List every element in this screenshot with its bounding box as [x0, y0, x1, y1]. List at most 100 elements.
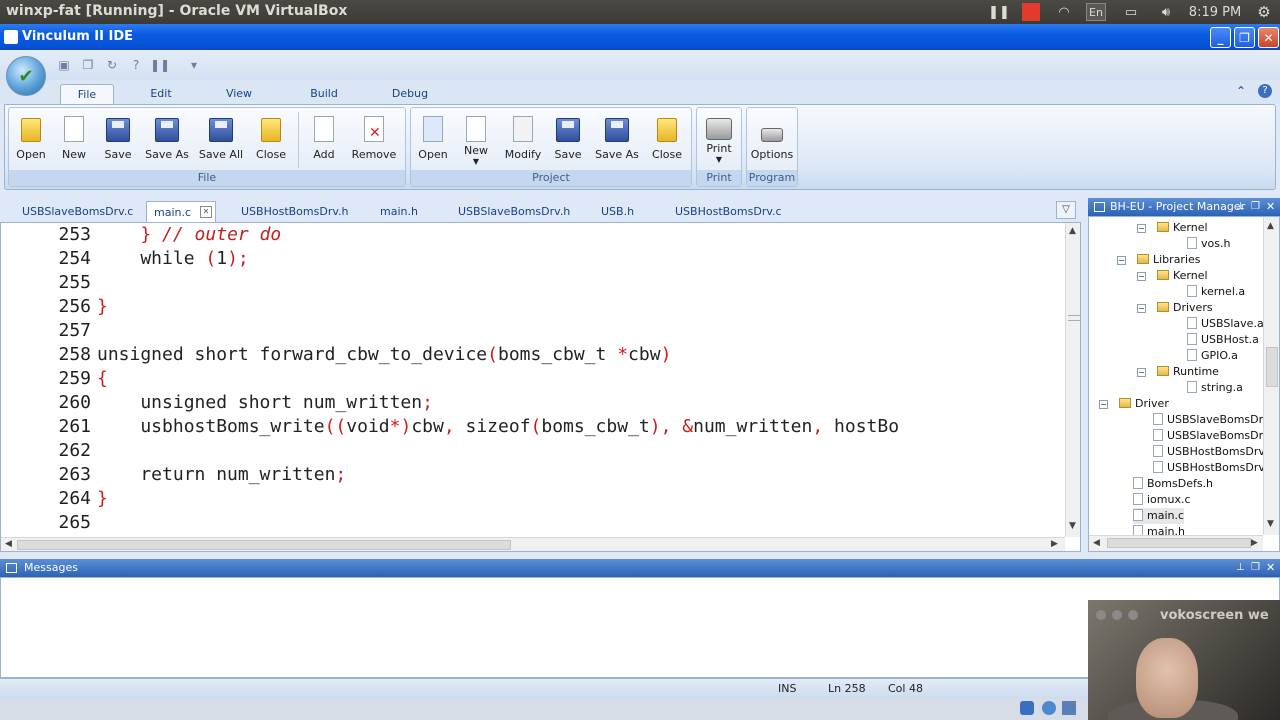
clock[interactable]: 8:19 PM [1184, 3, 1246, 21]
tab-list-dropdown-icon[interactable]: ▽ [1056, 201, 1076, 219]
project-new-button[interactable]: New ▼ [458, 112, 494, 166]
collapse-node-icon[interactable]: − [1099, 400, 1108, 409]
editor-tab-usbhostbomsdrv-c[interactable]: USBHostBomsDrv.c [675, 201, 782, 222]
pause-quick-icon[interactable]: ❚❚ [150, 57, 170, 73]
code-line[interactable]: 255 [1, 271, 1065, 295]
file-add-button[interactable]: Add [306, 112, 342, 166]
collapse-node-icon[interactable]: − [1117, 256, 1126, 265]
save-quick-icon[interactable]: ▣ [56, 57, 72, 73]
customize-quick-icon[interactable]: ▾ [186, 57, 202, 73]
close-tab-icon[interactable]: ✕ [200, 206, 212, 218]
tree-scroll-up-icon[interactable]: ▲ [1267, 221, 1274, 231]
close-window-button[interactable]: ✕ [1258, 27, 1279, 48]
project-open-button[interactable]: Open [414, 112, 452, 166]
code-line[interactable]: 260 unsigned short num_written; [1, 391, 1065, 415]
file-remove-button[interactable]: ✕ Remove [350, 112, 398, 166]
collapse-ribbon-icon[interactable]: ⌃ [1236, 84, 1246, 98]
code-line[interactable]: 265 [1, 511, 1065, 535]
tree-scroll-right-icon[interactable]: ▶ [1251, 538, 1258, 548]
tree-node[interactable]: main.c [1133, 508, 1185, 524]
scroll-right-icon[interactable]: ▶ [1051, 539, 1058, 549]
code-line[interactable]: 262 [1, 439, 1065, 463]
tree-node[interactable]: kernel.a [1187, 284, 1245, 300]
panel-close-icon[interactable]: ✕ [1266, 198, 1275, 216]
file-save-button[interactable]: Save [100, 112, 136, 166]
tree-vertical-scrollbar[interactable]: ▲ ▼ [1263, 217, 1279, 535]
tray-network-icon[interactable] [1020, 701, 1034, 715]
overlay-minimize-icon[interactable] [1112, 610, 1122, 620]
messages-close-icon[interactable]: ✕ [1266, 559, 1275, 577]
editor-tab-usbslavebomsdrv-c[interactable]: USBSlaveBomsDrv.c [22, 201, 133, 222]
scroll-up-icon[interactable]: ▲ [1069, 226, 1076, 236]
code-line[interactable]: 253 } // outer do [1, 223, 1065, 247]
print-button[interactable]: Print ▼ [700, 110, 738, 164]
scroll-thumb[interactable] [1068, 315, 1080, 321]
tab-debug[interactable]: Debug [386, 84, 434, 104]
pin-icon[interactable]: ⊥ [1236, 198, 1245, 216]
battery-icon[interactable]: ▭ [1118, 3, 1144, 21]
tree-node[interactable]: iomux.c [1133, 492, 1191, 508]
editor-tab-usb-h[interactable]: USB.h [601, 201, 634, 222]
collapse-node-icon[interactable]: − [1137, 368, 1146, 377]
tray-usb-icon[interactable] [1062, 701, 1076, 715]
code-line[interactable]: 264} [1, 487, 1065, 511]
project-save-as-button[interactable]: Save As [594, 112, 640, 166]
code-line[interactable]: 261 usbhostBoms_write((void*)cbw, sizeof… [1, 415, 1065, 439]
pause-icon[interactable]: ❚❚ [988, 3, 1010, 21]
tree-node[interactable]: Kernel [1157, 220, 1208, 236]
editor-tab-usbhostbomsdrv-h[interactable]: USBHostBomsDrv.h [241, 201, 348, 222]
options-button[interactable]: Options [748, 112, 796, 166]
code-line[interactable]: 254 while (1); [1, 247, 1065, 271]
collapse-node-icon[interactable]: − [1137, 304, 1146, 313]
scroll-left-icon[interactable]: ◀ [5, 539, 12, 549]
code-line[interactable]: 256} [1, 295, 1065, 319]
tree-node[interactable]: USBHost.a [1187, 332, 1259, 348]
tree-node[interactable]: USBSlaveBomsDrv.h [1153, 412, 1279, 428]
tab-edit[interactable]: Edit [140, 84, 182, 104]
settings-gear-icon[interactable]: ⚙ [1254, 3, 1274, 21]
restore-button[interactable]: ❐ [1234, 27, 1255, 48]
file-save-all-button[interactable]: Save All [198, 112, 244, 166]
messages-maximize-icon[interactable]: ❐ [1251, 559, 1260, 577]
tree-node[interactable]: USBSlave.a [1187, 316, 1264, 332]
editor-horizontal-scrollbar[interactable]: ◀ ▶ [1, 537, 1065, 551]
code-line[interactable]: 259 { [1, 367, 1065, 391]
minimize-button[interactable]: _ [1210, 27, 1231, 48]
tree-scroll-thumb[interactable] [1266, 347, 1278, 387]
tree-node[interactable]: BomsDefs.h [1133, 476, 1213, 492]
tree-horizontal-scrollbar[interactable]: ◀ ▶ [1089, 535, 1263, 551]
tab-view[interactable]: View [218, 84, 260, 104]
tree-node[interactable]: Driver [1119, 396, 1169, 412]
collapse-node-icon[interactable]: − [1137, 272, 1146, 281]
application-menu-button[interactable]: ✔ [6, 56, 46, 96]
file-new-button[interactable]: New [56, 112, 92, 166]
redo-quick-icon[interactable]: ↻ [104, 57, 120, 73]
editor-vertical-scrollbar[interactable]: ▲ ▼ [1065, 223, 1080, 537]
horizontal-scroll-thumb[interactable] [17, 540, 511, 550]
editor-tab-main-h[interactable]: main.h [380, 201, 418, 222]
volume-icon[interactable]: 🔊︎ [1154, 3, 1178, 21]
code-line[interactable]: 258 unsigned short forward_cbw_to_device(… [1, 343, 1065, 367]
project-save-button[interactable]: Save [550, 112, 586, 166]
editor-tab-main-c[interactable]: main.c ✕ [146, 201, 216, 222]
tree-node[interactable]: GPIO.a [1187, 348, 1238, 364]
tray-cd-icon[interactable] [1042, 701, 1056, 715]
tree-node[interactable]: USBSlaveBomsDrv.c [1153, 428, 1278, 444]
tab-file[interactable]: File [60, 84, 114, 104]
tab-build[interactable]: Build [302, 84, 346, 104]
overlay-maximize-icon[interactable] [1128, 610, 1138, 620]
tree-node[interactable]: Runtime [1157, 364, 1219, 380]
tree-scroll-down-icon[interactable]: ▼ [1267, 519, 1274, 529]
tree-node[interactable]: string.a [1187, 380, 1243, 396]
editor-tab-usbslavebomsdrv-h[interactable]: USBSlaveBomsDrv.h [458, 201, 570, 222]
collapse-node-icon[interactable]: − [1137, 224, 1146, 233]
file-close-button[interactable]: Close [252, 112, 290, 166]
help-icon[interactable]: ? [1258, 84, 1272, 98]
keyboard-layout-indicator[interactable]: En [1086, 3, 1106, 21]
project-close-button[interactable]: Close [648, 112, 686, 166]
tree-node[interactable]: USBHostBomsDrv.c [1153, 444, 1274, 460]
scroll-down-icon[interactable]: ▼ [1069, 521, 1076, 531]
project-modify-button[interactable]: Modify [502, 112, 544, 166]
overlay-close-icon[interactable] [1096, 610, 1106, 620]
tree-horizontal-thumb[interactable] [1107, 538, 1251, 548]
